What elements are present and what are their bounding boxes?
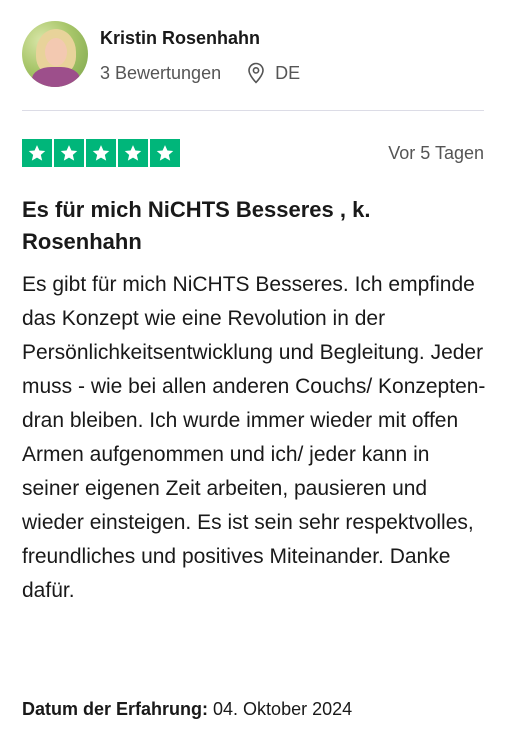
star-icon [118, 139, 148, 167]
avatar[interactable] [22, 21, 88, 87]
consumer-header: Kristin Rosenhahn 3 Bewertungen DE [22, 21, 300, 87]
review-date: Vor 5 Tagen [388, 142, 484, 163]
star-icon [150, 139, 180, 167]
location-pin-icon [247, 62, 265, 84]
experience-date: Datum der Erfahrung: 04. Oktober 2024 [22, 699, 352, 720]
reviews-count: 3 Bewertungen [100, 62, 222, 83]
consumer-name[interactable]: Kristin Rosenhahn [100, 28, 300, 49]
star-rating [22, 139, 180, 167]
divider [22, 110, 484, 111]
review-title[interactable]: Es für mich NiCHTS Besseres , k. Rosenha… [22, 194, 484, 258]
star-icon [86, 139, 116, 167]
star-icon [54, 139, 84, 167]
consumer-info: Kristin Rosenhahn 3 Bewertungen DE [100, 21, 300, 84]
review-body: Es gibt für mich NiCHTS Besseres. Ich em… [22, 273, 486, 602]
rating-row: Vor 5 Tagen [22, 139, 484, 167]
star-icon [22, 139, 52, 167]
consumer-meta: 3 Bewertungen DE [100, 62, 300, 84]
country-code: DE [275, 62, 301, 83]
experience-value: 04. Oktober 2024 [213, 699, 353, 719]
experience-label: Datum der Erfahrung: [22, 699, 209, 719]
